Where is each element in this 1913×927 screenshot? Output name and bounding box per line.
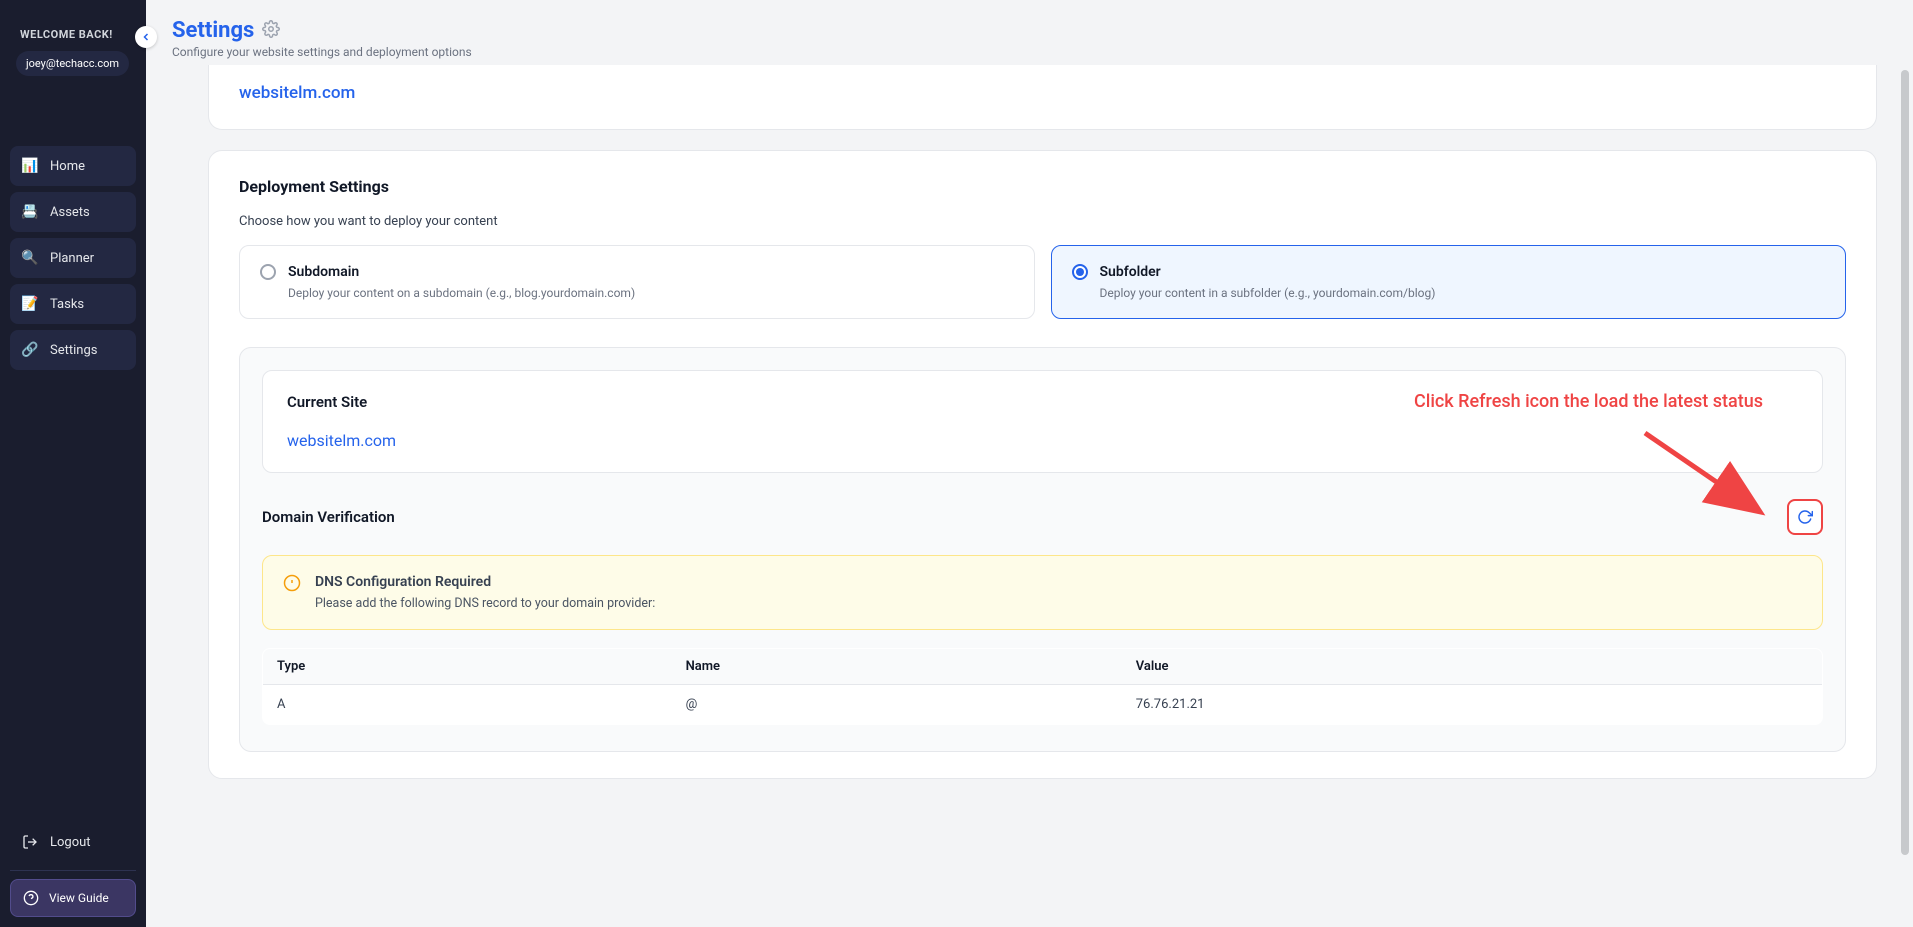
scrollbar[interactable] [1899, 70, 1911, 923]
view-guide-button[interactable]: View Guide [10, 879, 136, 917]
cell-value: 76.76.21.21 [1122, 685, 1823, 725]
table-row: A @ 76.76.21.21 [263, 685, 1823, 725]
scrollbar-thumb[interactable] [1901, 70, 1909, 855]
col-type: Type [263, 649, 672, 685]
current-site-label: Current Site [287, 393, 1798, 411]
col-value: Value [1122, 649, 1823, 685]
page-title: Settings [172, 18, 254, 43]
main-area: Settings Configure your website settings… [146, 0, 1913, 927]
nav-label: Assets [50, 205, 90, 220]
nav-list: 📊 Home 📇 Assets 🔍 Planner 📝 Tasks 🔗 Sett… [0, 146, 146, 370]
nav-label: Tasks [50, 297, 84, 312]
settings-link-icon: 🔗 [22, 342, 38, 358]
divider [10, 870, 136, 871]
radio-icon [1072, 264, 1088, 280]
radio-icon [260, 264, 276, 280]
deployment-subtitle: Choose how you want to deploy your conte… [239, 214, 1846, 229]
nav-item-assets[interactable]: 📇 Assets [10, 192, 136, 232]
deployment-card: Deployment Settings Choose how you want … [208, 150, 1877, 779]
content-scroll[interactable]: websitelm.com Deployment Settings Choose… [146, 65, 1913, 927]
welcome-text: WELCOME BACK! [0, 28, 146, 51]
sidebar: WELCOME BACK! joey@techacc.com 📊 Home 📇 … [0, 0, 146, 927]
domain-verification-title: Domain Verification [262, 508, 395, 526]
cell-type: A [263, 685, 672, 725]
refresh-button[interactable] [1787, 499, 1823, 535]
current-site-link[interactable]: websitelm.com [287, 431, 396, 450]
gear-icon [262, 20, 280, 42]
top-site-card: websitelm.com [208, 65, 1877, 130]
current-site-box: Current Site websitelm.com [262, 370, 1823, 473]
deployment-details-panel: Current Site websitelm.com Click Refresh… [239, 347, 1846, 752]
option-label: Subdomain [288, 264, 359, 280]
user-email-pill[interactable]: joey@techacc.com [16, 51, 129, 76]
option-label: Subfolder [1100, 264, 1161, 280]
logout-label: Logout [50, 835, 91, 850]
nav-item-planner[interactable]: 🔍 Planner [10, 238, 136, 278]
option-desc: Deploy your content in a subfolder (e.g.… [1100, 286, 1826, 300]
chevron-left-icon [140, 31, 152, 43]
guide-label: View Guide [49, 891, 109, 905]
home-icon: 📊 [22, 158, 38, 174]
top-site-link[interactable]: websitelm.com [239, 83, 355, 103]
warning-icon [283, 574, 301, 611]
dns-alert: DNS Configuration Required Please add th… [262, 555, 1823, 630]
dns-table: Type Name Value A @ 76.76.21.21 [262, 648, 1823, 725]
cell-name: @ [672, 685, 1122, 725]
nav-label: Settings [50, 343, 97, 358]
logout-icon [22, 834, 38, 850]
alert-title: DNS Configuration Required [315, 574, 655, 590]
sidebar-bottom: Logout View Guide [0, 822, 146, 927]
domain-verification-header: Click Refresh icon the load the latest s… [262, 499, 1823, 535]
option-desc: Deploy your content on a subdomain (e.g.… [288, 286, 1014, 300]
assets-icon: 📇 [22, 204, 38, 220]
nav-label: Planner [50, 251, 94, 266]
tasks-icon: 📝 [22, 296, 38, 312]
nav-label: Home [50, 159, 85, 174]
help-icon [23, 890, 39, 906]
col-name: Name [672, 649, 1122, 685]
refresh-icon [1797, 509, 1813, 525]
deployment-title: Deployment Settings [239, 177, 1846, 196]
page-header: Settings Configure your website settings… [146, 0, 1913, 65]
page-subtitle: Configure your website settings and depl… [172, 45, 1887, 59]
nav-item-home[interactable]: 📊 Home [10, 146, 136, 186]
nav-item-settings[interactable]: 🔗 Settings [10, 330, 136, 370]
collapse-sidebar-button[interactable] [135, 26, 157, 48]
option-subdomain[interactable]: Subdomain Deploy your content on a subdo… [239, 245, 1035, 319]
alert-desc: Please add the following DNS record to y… [315, 596, 655, 611]
logout-button[interactable]: Logout [10, 822, 136, 862]
nav-item-tasks[interactable]: 📝 Tasks [10, 284, 136, 324]
deployment-options: Subdomain Deploy your content on a subdo… [239, 245, 1846, 319]
option-subfolder[interactable]: Subfolder Deploy your content in a subfo… [1051, 245, 1847, 319]
planner-icon: 🔍 [22, 250, 38, 266]
